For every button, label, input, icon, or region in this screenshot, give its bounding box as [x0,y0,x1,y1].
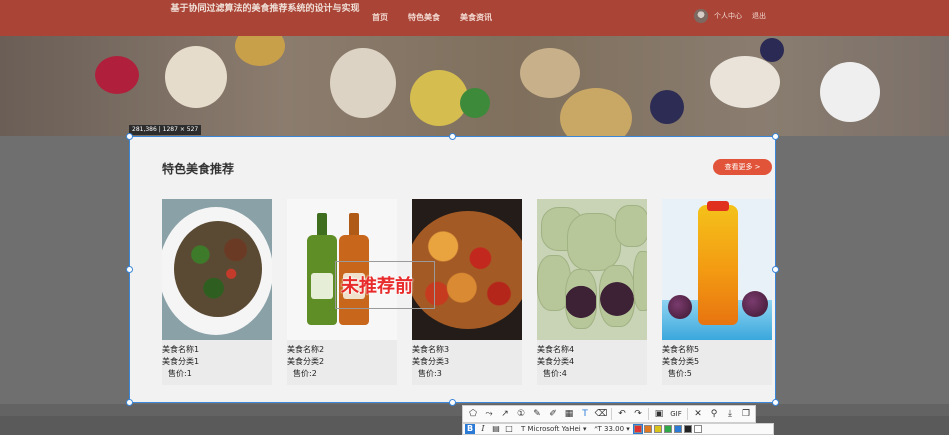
main-nav: 首页 特色美食 美食资讯 [372,12,512,23]
color-swatch-red[interactable] [632,424,643,434]
resize-handle-top[interactable] [449,133,456,140]
font-family-value: Microsoft YaHei [527,425,581,433]
pin-icon[interactable]: ⚲ [706,406,722,422]
food-name: 美食名称4 [537,345,575,354]
italic-button[interactable]: I [478,424,488,434]
text-format-toolbar: B I ▤ □ T Microsoft YaHei ▾ ᴬT 33.00 ▾ [462,423,774,435]
gif-button[interactable]: GIF [667,406,685,422]
user-area: 个人中心 退出 [694,9,776,23]
font-family-select[interactable]: T Microsoft YaHei ▾ [521,424,586,434]
resize-handle-left[interactable] [126,266,133,273]
close-icon[interactable]: ✕ [690,406,706,422]
food-category: 美食分类2 [287,357,325,366]
pen-tool-icon[interactable]: ✎ [529,406,545,422]
mochi-image [537,199,647,340]
toolbar-divider [687,408,688,420]
text-background-icon[interactable]: ▤ [491,424,501,434]
color-swatch-yellow[interactable] [653,425,662,433]
logout-link[interactable]: 退出 [752,11,766,21]
food-price: 售价:5 [668,369,692,378]
nav-item-special-food[interactable]: 特色美食 [408,12,440,23]
polyline-tool-icon[interactable]: ⤳ [481,406,497,422]
food-price: 售价:3 [418,369,442,378]
text-tool-icon[interactable]: T [577,406,593,422]
capture-selection-area[interactable]: 特色美食推荐 查看更多 > 美食名称1 美食分类1 售价:1 美食名称2 美食分… [129,136,776,403]
font-size-select[interactable]: ᴬT 33.00 ▾ [594,424,629,434]
arrow-tool-icon[interactable]: ↗ [497,406,513,422]
download-icon[interactable]: ⤓ [722,406,738,422]
number-marker-icon[interactable]: ① [513,406,529,422]
capture-size-label: 281,386 | 1287 × 527 [129,125,202,135]
food-name: 美食名称2 [287,345,325,354]
nav-item-food-news[interactable]: 美食资讯 [460,12,492,23]
nav-item-home[interactable]: 首页 [372,12,388,23]
resize-handle-bottom[interactable] [449,399,456,406]
food-card-list: 美食名称1 美食分类1 售价:1 美食名称2 美食分类2 售价:2 美食名称3 … [162,199,772,385]
shape-tool-icon[interactable]: ⬠ [465,406,481,422]
fruit-tea-drink-image [662,199,772,340]
font-size-value: 33.00 [603,425,625,433]
toolbar-divider [611,408,612,420]
copy-icon[interactable]: ❐ [738,406,754,422]
redo-icon[interactable]: ↷ [630,406,646,422]
food-category: 美食分类5 [662,357,700,366]
food-category: 美食分类3 [412,357,450,366]
food-name: 美食名称5 [662,345,700,354]
food-card[interactable]: 美食名称4 美食分类4 售价:4 [537,199,647,385]
stir-fry-dish-image [162,199,272,340]
food-name: 美食名称1 [162,345,200,354]
color-swatch-black[interactable] [683,425,692,433]
site-title: 基于协同过滤算法的美食推荐系统的设计与实现 [170,4,360,14]
bold-button[interactable]: B [465,424,475,434]
food-price: 售价:4 [543,369,567,378]
resize-handle-right[interactable] [772,266,779,273]
resize-handle-bottom-left[interactable] [126,399,133,406]
undo-icon[interactable]: ↶ [614,406,630,422]
site-header: 基于协同过滤算法的美食推荐系统的设计与实现 首页 特色美食 美食资讯 个人中心 … [0,0,949,36]
hero-banner-image [0,36,949,136]
eraser-tool-icon[interactable]: ⌫ [593,406,609,422]
avatar[interactable] [694,9,708,23]
food-price: 售价:2 [293,369,317,378]
screen-record-icon[interactable]: ▣ [651,406,667,422]
text-box-icon[interactable]: □ [504,424,514,434]
capture-toolbar: ⬠ ⤳ ↗ ① ✎ ✐ ▦ T ⌫ ↶ ↷ ▣ GIF ✕ ⚲ ⤓ ❐ [462,405,756,423]
food-category: 美食分类4 [537,357,575,366]
annotation-text[interactable]: 未推荐前 [341,272,413,298]
mosaic-tool-icon[interactable]: ▦ [561,406,577,422]
color-swatch-blue[interactable] [673,425,682,433]
section-title: 特色美食推荐 [162,162,235,176]
resize-handle-bottom-right[interactable] [772,399,779,406]
food-card[interactable]: 美食名称1 美食分类1 售价:1 [162,199,272,385]
toolbar-divider [648,408,649,420]
personal-center-link[interactable]: 个人中心 [714,11,742,21]
food-price: 售价:1 [168,369,192,378]
color-swatch-white[interactable] [693,425,702,433]
food-category: 美食分类1 [162,357,200,366]
color-swatch-orange[interactable] [643,425,652,433]
food-name: 美食名称3 [412,345,450,354]
resize-handle-top-right[interactable] [772,133,779,140]
highlighter-tool-icon[interactable]: ✐ [545,406,561,422]
view-more-button[interactable]: 查看更多 > [713,159,772,175]
food-card[interactable]: 美食名称5 美食分类5 售价:5 [662,199,772,385]
color-swatch-green[interactable] [663,425,672,433]
resize-handle-top-left[interactable] [126,133,133,140]
